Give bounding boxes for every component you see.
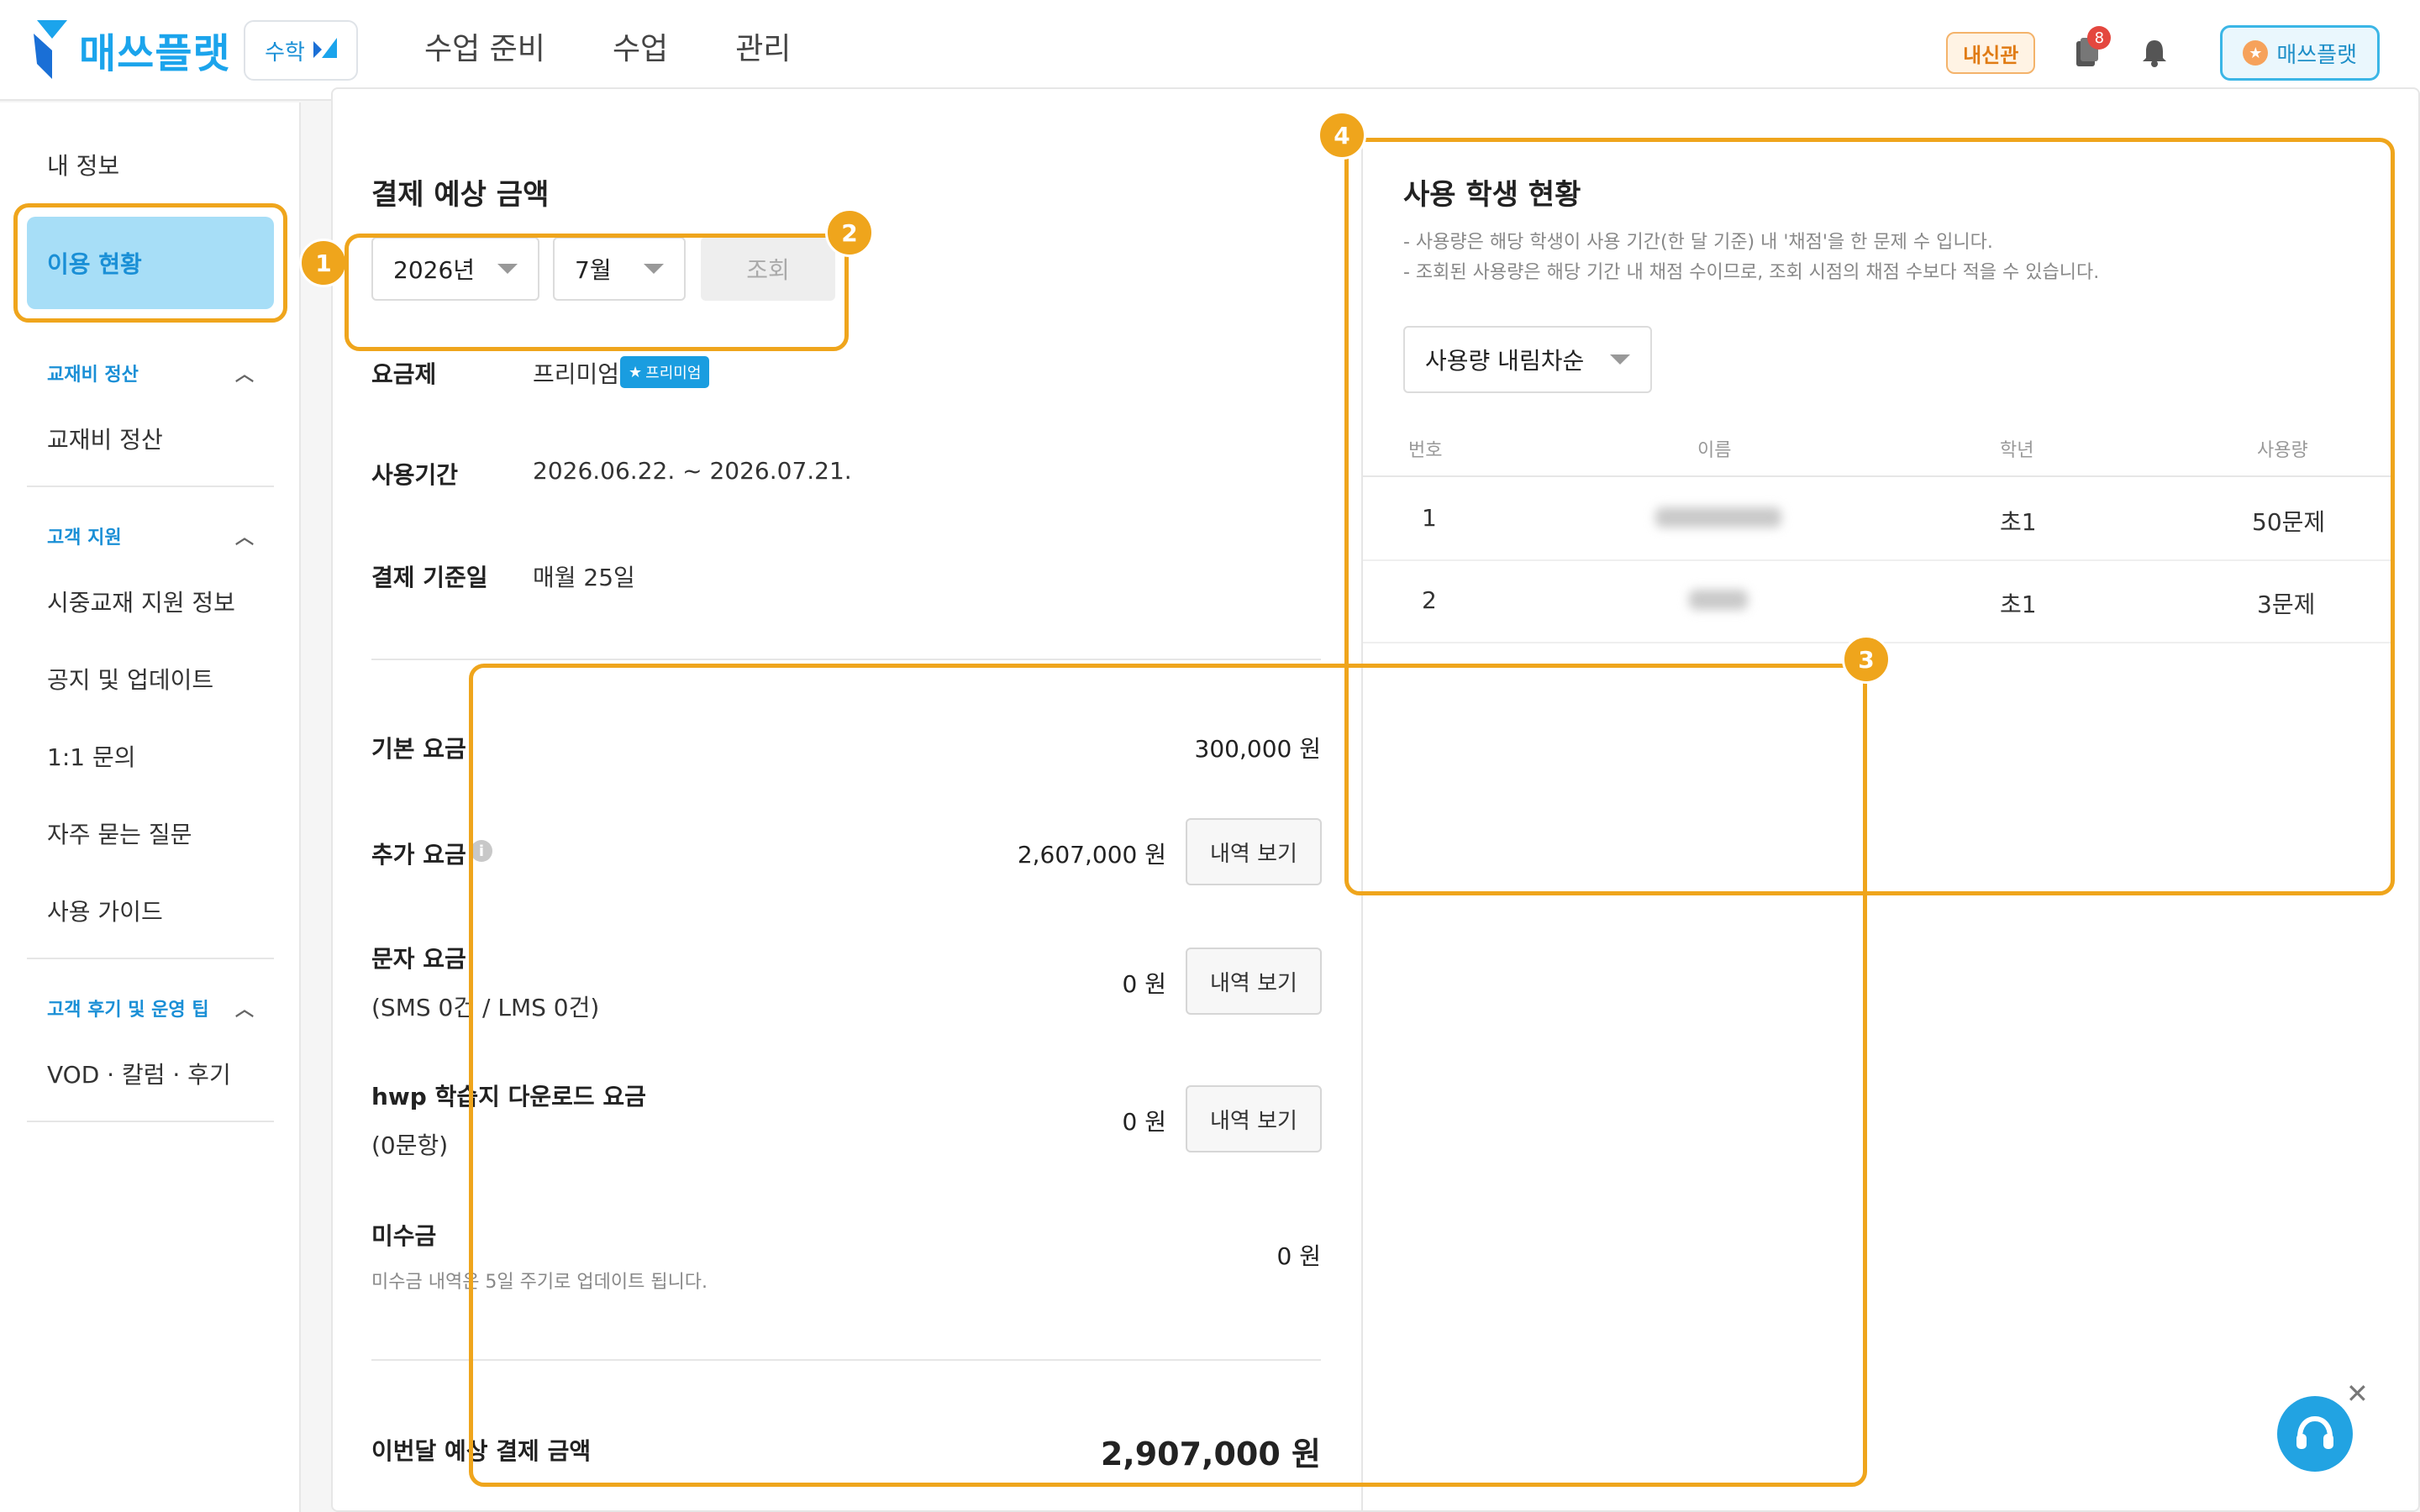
- nav-manage[interactable]: 관리: [735, 25, 791, 74]
- sms-fee-label: 문자 요금: [371, 945, 466, 973]
- unpaid-label: 미수금: [371, 1222, 437, 1250]
- notification-count-badge: 8: [2087, 26, 2112, 50]
- sidebar-item-inquiry[interactable]: 1:1 문의: [47, 739, 135, 773]
- sidebar-section-support[interactable]: 고객 지원 ︿: [47, 522, 254, 549]
- subject-selector-button[interactable]: 수학: [244, 20, 358, 81]
- hwp-fee-sub: (0문항): [371, 1131, 449, 1159]
- subject-icon: [313, 37, 337, 64]
- period-label: 사용기간: [371, 461, 459, 489]
- sidebar-item-textbook-support-info[interactable]: 시중교재 지원 정보: [47, 585, 235, 618]
- top-header: 매쓰플랫 수학 수업 준비 수업 관리 내신관 8 ★ 매쓰플랫: [0, 0, 2420, 101]
- sidebar-item-guide[interactable]: 사용 가이드: [47, 894, 163, 927]
- extra-fee-label: 추가 요금: [371, 841, 466, 869]
- plan-label: 요금제: [371, 360, 437, 388]
- base-fee-label: 기본 요금: [371, 735, 466, 763]
- profile-button[interactable]: ★ 매쓰플랫: [2220, 25, 2380, 81]
- logo-mark-icon: [34, 20, 69, 79]
- sidebar-item-my-info[interactable]: 내 정보: [47, 148, 119, 181]
- header-actions: 내신관 8 ★ 매쓰플랫: [1946, 25, 2380, 81]
- sidebar-item-notices[interactable]: 공지 및 업데이트: [47, 662, 213, 696]
- sidebar-section-label: 고객 지원: [47, 528, 122, 549]
- subject-label: 수학: [265, 39, 305, 66]
- sidebar-divider: [27, 958, 274, 959]
- logo-text: 매쓰플랫: [79, 30, 231, 77]
- profile-label: 매쓰플랫: [2276, 42, 2357, 68]
- annotation-marker-4: 4: [1318, 111, 1366, 160]
- sidebar-divider: [27, 1121, 274, 1122]
- sidebar-section-textbook[interactable]: 교재비 정산 ︿: [47, 360, 254, 386]
- headset-icon: [2296, 1415, 2333, 1449]
- billing-day-label: 결제 기준일: [371, 564, 488, 591]
- support-chat-button[interactable]: [2277, 1396, 2353, 1472]
- premium-badge: ★ 프리미엄: [620, 356, 710, 388]
- chevron-up-icon: ︿: [234, 528, 254, 549]
- annotation-box-2: [345, 234, 849, 351]
- period-value: 2026.06.22. ~ 2026.07.21.: [533, 457, 852, 485]
- chevron-up-icon: ︿: [234, 365, 254, 386]
- annotation-marker-1: 1: [299, 239, 348, 287]
- chevron-up-icon: ︿: [234, 1000, 254, 1021]
- sidebar-item-faq[interactable]: 자주 묻는 질문: [47, 816, 192, 850]
- annotation-box-1: [13, 203, 287, 323]
- naesin-badge[interactable]: 내신관: [1946, 32, 2036, 74]
- main-nav: 수업 준비 수업 관리: [424, 25, 791, 74]
- notification-button[interactable]: [2136, 34, 2173, 71]
- billing-title: 결제 예상 금액: [371, 178, 550, 212]
- sidebar-item-textbook-settlement[interactable]: 교재비 정산: [47, 422, 163, 455]
- star-icon: ★: [629, 363, 643, 381]
- divider: [371, 659, 1321, 660]
- sidebar-section-reviews[interactable]: 고객 후기 및 운영 팁 ︿: [47, 995, 254, 1021]
- plan-value: 프리미엄: [533, 360, 620, 388]
- sidebar-section-label: 교재비 정산: [47, 365, 139, 386]
- sidebar-item-vod[interactable]: VOD · 칼럼 · 후기: [47, 1057, 231, 1090]
- nav-lesson-prep[interactable]: 수업 준비: [424, 25, 545, 74]
- bell-icon: [2143, 40, 2167, 67]
- sidebar-section-label: 고객 후기 및 운영 팁: [47, 1000, 209, 1021]
- close-icon[interactable]: ✕: [2346, 1378, 2369, 1410]
- star-icon: ★: [2243, 40, 2269, 66]
- document-button[interactable]: 8: [2069, 26, 2112, 71]
- billing-day-value: 매월 25일: [533, 564, 635, 591]
- annotation-marker-2: 2: [825, 208, 874, 257]
- premium-badge-label: 프리미엄: [645, 365, 702, 382]
- sidebar-divider: [27, 486, 274, 487]
- nav-lesson[interactable]: 수업: [613, 25, 668, 74]
- logo[interactable]: 매쓰플랫: [34, 20, 231, 79]
- annotation-box-4: [1344, 138, 2395, 895]
